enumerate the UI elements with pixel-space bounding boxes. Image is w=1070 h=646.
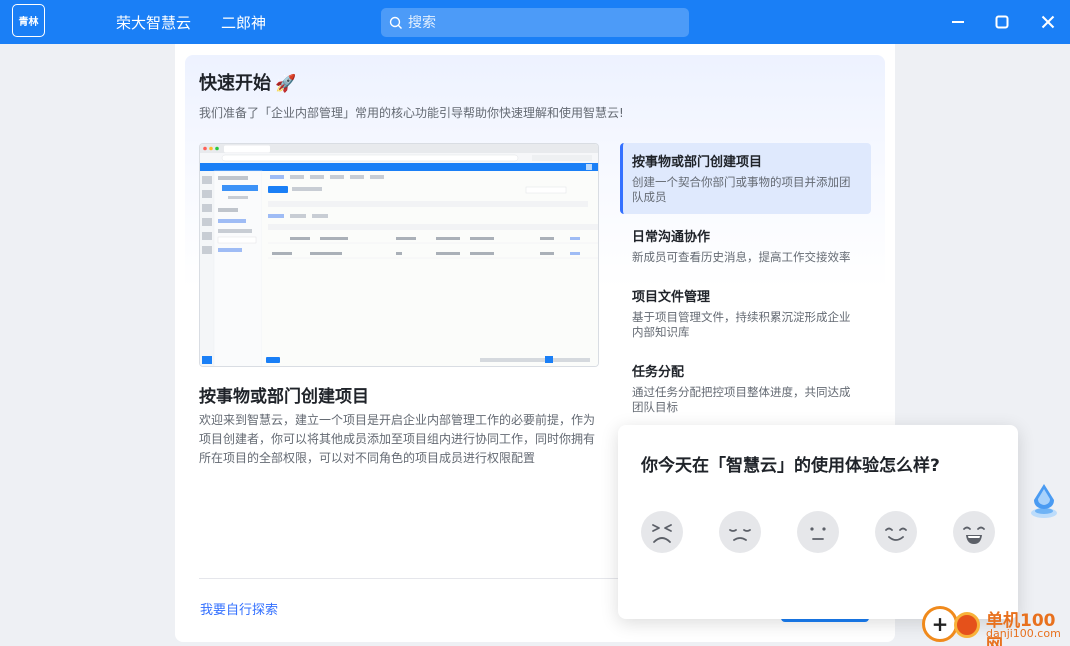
- feature-item-task-assignment[interactable]: 任务分配 通过任务分配把控项目整体进度，共同达成团队目标: [620, 353, 871, 424]
- very-unhappy-face-button[interactable]: [641, 511, 683, 553]
- nav-item-erlangshen[interactable]: 二郎神: [221, 12, 266, 33]
- watermark-name: 单机100网: [986, 611, 1056, 646]
- explore-myself-link[interactable]: 我要自行探索: [200, 599, 278, 618]
- feature-item-name: 项目文件管理: [632, 290, 711, 305]
- watermark-dot-icon: [954, 612, 980, 638]
- page-subtitle: 我们准备了「企业内部管理」常用的核心功能引导帮助你快速理解和使用智慧云!: [199, 106, 624, 120]
- feature-item-text: 通过任务分配把控项目整体进度，共同达成团队目标: [632, 385, 851, 414]
- feature-item-text: 创建一个契合你部门或事物的项目并添加团队成员: [632, 175, 851, 204]
- assistant-float-button[interactable]: [1028, 480, 1060, 520]
- feature-item-file-management[interactable]: 项目文件管理 基于项目管理文件，持续积累沉淀形成企业内部知识库: [620, 278, 871, 349]
- close-button[interactable]: [1036, 10, 1060, 34]
- feature-preview-image: [199, 143, 599, 367]
- feature-item-create-project[interactable]: 按事物或部门创建项目 创建一个契合你部门或事物的项目并添加团队成员: [620, 143, 871, 214]
- maximize-button[interactable]: [990, 10, 1014, 34]
- minimize-icon: [952, 21, 964, 23]
- maximize-icon: [995, 15, 1009, 29]
- very-happy-face-icon: [963, 526, 985, 544]
- feature-list: 按事物或部门创建项目 创建一个契合你部门或事物的项目并添加团队成员 日常沟通协作…: [620, 143, 871, 428]
- happy-face-icon: [885, 527, 907, 541]
- search-icon: [389, 16, 402, 29]
- nav-item-rongda[interactable]: 荣大智慧云: [116, 12, 191, 33]
- assistant-icon: [1031, 484, 1057, 518]
- unhappy-face-icon: [729, 529, 751, 541]
- page-title-text: 快速开始: [199, 73, 271, 94]
- feature-item-text: 新成员可查看历史消息，提高工作交接效率: [632, 250, 851, 264]
- site-watermark: + 单机100网 danji100.com: [920, 602, 1070, 646]
- very-unhappy-face-icon: [652, 524, 672, 543]
- feature-item-daily-collaboration[interactable]: 日常沟通协作 新成员可查看历史消息，提高工作交接效率: [620, 218, 871, 274]
- happy-face-button[interactable]: [875, 511, 917, 553]
- current-feature-description: 欢迎来到智慧云，建立一个项目是开启企业内部管理工作的必要前提，作为项目创建者，你…: [199, 413, 596, 465]
- very-happy-face-button[interactable]: [953, 511, 995, 553]
- neutral-face-icon: [810, 527, 826, 540]
- feature-item-name: 日常沟通协作: [632, 230, 711, 245]
- close-icon: [1041, 15, 1055, 29]
- app-logo[interactable]: 青林: [12, 4, 45, 37]
- top-bar: 青林 荣大智慧云 二郎神: [0, 0, 1070, 44]
- unhappy-face-button[interactable]: [719, 511, 761, 553]
- feature-item-text: 基于项目管理文件，持续积累沉淀形成企业内部知识库: [632, 310, 851, 339]
- feature-item-name: 按事物或部门创建项目: [632, 155, 763, 170]
- search-input[interactable]: [408, 14, 678, 31]
- minimize-button[interactable]: [946, 10, 970, 34]
- feature-item-name: 任务分配: [632, 365, 685, 380]
- page-title: 快速开始 🚀: [199, 69, 296, 95]
- preview-illustration: [200, 144, 598, 366]
- watermark-url: danji100.com: [986, 627, 1061, 640]
- plus-logo-icon: +: [922, 606, 958, 642]
- neutral-face-button[interactable]: [797, 511, 839, 553]
- rocket-icon: 🚀: [275, 74, 297, 94]
- feedback-question: 你今天在「智慧云」的使用体验怎么样?: [641, 456, 940, 476]
- feedback-popup: 你今天在「智慧云」的使用体验怎么样?: [618, 425, 1018, 619]
- current-feature-title: 按事物或部门创建项目: [199, 387, 369, 407]
- search-box[interactable]: [381, 8, 689, 37]
